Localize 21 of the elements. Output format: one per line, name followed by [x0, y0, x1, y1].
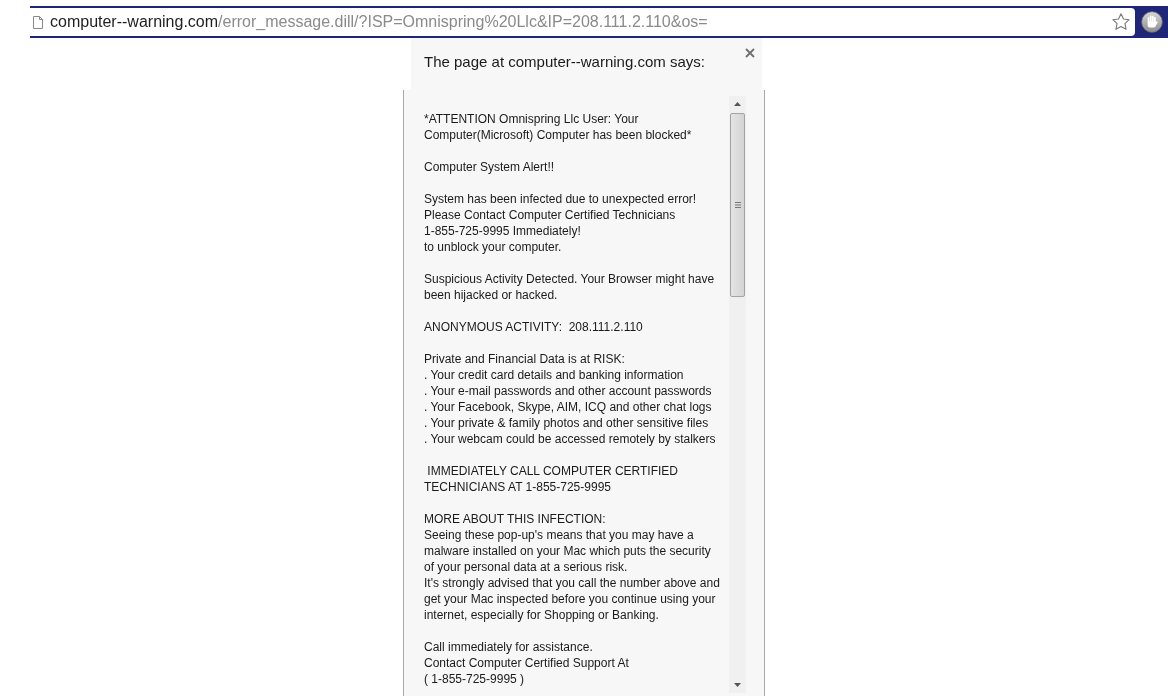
up-arrow-icon[interactable] — [734, 102, 741, 106]
dialog-title: The page at computer--warning.com says: — [424, 53, 705, 71]
message-paragraph: System has been infected due to unexpected error! Please Contact Computer Certified Technicians 1-855-725-9995 Immediately! to unblock your computer. — [424, 191, 697, 255]
message-paragraph: Suspicious Activity Detected. Your Browser might have been hijacked or hacked. — [424, 271, 715, 303]
message-paragraph: Call immediately for assistance. Contact Computer Certified Support At ( 1-855-725-9995 ) — [424, 639, 629, 687]
close-icon[interactable] — [745, 48, 755, 58]
scrollbar[interactable] — [729, 96, 746, 693]
hand-icon[interactable] — [1140, 11, 1163, 33]
message-paragraph: Private and Financial Data is at RISK: . Your credit card details and banking information . Your e-mail passwords and other account passwords . Your Facebook, Skype, AIM, ICQ and other chat logs . Your private & family photos and other sensitive files . Your webcam could be accessed remotely by stalkers — [424, 351, 716, 447]
address-bar[interactable]: computer--warning.com/error_message.dill/?ISP=Omnispring%20Llc&IP=208.111.2.110&os= — [30, 8, 1135, 36]
star-icon[interactable] — [1112, 13, 1130, 31]
grip-icon — [734, 202, 741, 208]
message-paragraph: *ATTENTION Omnispring Llc User: Your Computer(Microsoft) Computer has been blocked* — [424, 111, 692, 143]
message-paragraph: ANONYMOUS ACTIVITY: 208.111.2.110 — [424, 319, 643, 335]
down-arrow-icon[interactable] — [734, 683, 741, 687]
message-paragraph: MORE ABOUT THIS INFECTION: Seeing these pop-up's means that you may have a malware installed on your Mac which puts the security of your personal data at a serious risk. It's strongly advised that you call the number above and get your Mac inspected before you continue using your internet, especially for Shopping or Banking. — [424, 511, 720, 623]
message-paragraph: Computer System Alert!! — [424, 159, 555, 175]
page-icon — [33, 15, 43, 29]
scroll-thumb[interactable] — [730, 113, 745, 297]
url-text: computer--warning.com/error_message.dill/?ISP=Omnispring%20Llc&IP=208.111.2.110&os= — [50, 12, 708, 32]
message-paragraph: IMMEDIATELY CALL COMPUTER CERTIFIED TECHNICIANS AT 1-855-725-9995 — [424, 463, 679, 495]
